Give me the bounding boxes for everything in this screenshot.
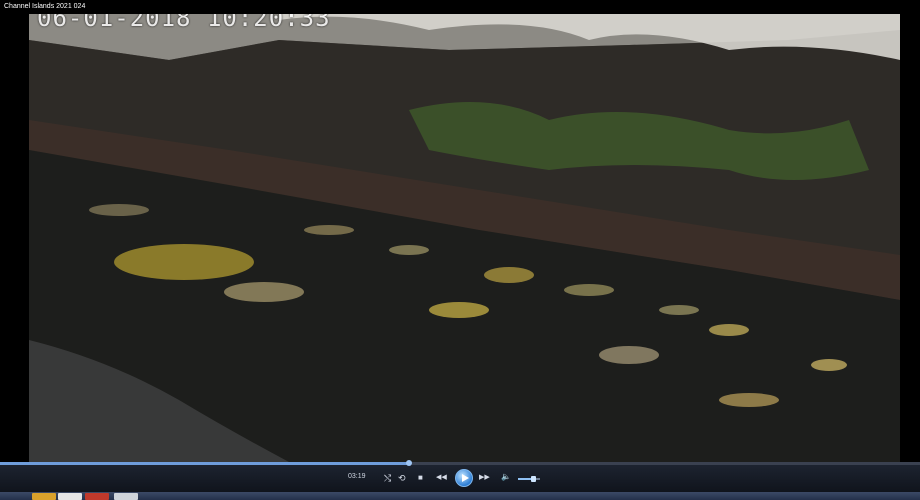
explorer-icon[interactable]	[58, 493, 82, 500]
media-player-icon[interactable]	[85, 493, 109, 500]
seek-thumb[interactable]	[406, 460, 413, 466]
volume-icon[interactable]: 🔈	[501, 472, 511, 482]
repeat-button[interactable]: ⟲	[398, 473, 406, 483]
seek-bar[interactable]	[0, 460, 920, 466]
volume-thumb[interactable]	[531, 476, 537, 482]
player-controls: 03:19 ⤭ ⟲ ■ ◀◀ ▶▶ 🔈	[0, 460, 920, 492]
left-letterbox	[0, 14, 29, 462]
browser-icon[interactable]	[114, 493, 138, 500]
seek-progress	[0, 462, 410, 465]
next-button[interactable]: ▶▶	[479, 473, 490, 483]
right-letterbox	[900, 14, 920, 462]
stop-button[interactable]: ■	[418, 473, 423, 483]
shuffle-button[interactable]: ⤭	[384, 473, 391, 483]
taskbar	[0, 492, 920, 500]
window-title: Channel Islands 2021 024	[4, 3, 86, 10]
previous-button[interactable]: ◀◀	[436, 473, 447, 483]
volume-slider[interactable]	[518, 476, 540, 482]
play-icon	[462, 474, 469, 482]
play-button[interactable]	[455, 469, 473, 487]
window-titlebar: Channel Islands 2021 024	[0, 0, 920, 14]
video-scene	[29, 0, 900, 462]
video-frame[interactable]: 06-01-2018 10:20:33	[29, 0, 900, 462]
start-icon[interactable]	[32, 493, 56, 500]
current-time: 03:19	[348, 473, 366, 480]
